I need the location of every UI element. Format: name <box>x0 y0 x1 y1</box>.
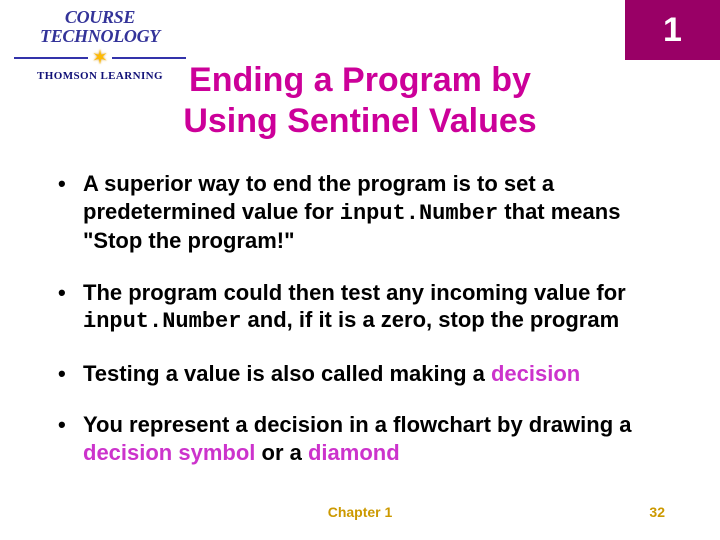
logo-divider-right <box>112 57 186 59</box>
slide-title: Ending a Program by Using Sentinel Value… <box>0 60 720 142</box>
bullet-3-highlight: decision <box>491 361 580 386</box>
bullet-1-code: input.Number <box>340 201 498 226</box>
slide: COURSE TECHNOLOGY ✶ THOMSON LEARNING 1 E… <box>0 0 720 540</box>
bullet-4: You represent a decision in a flowchart … <box>55 411 675 466</box>
bullet-2-code: input.Number <box>83 309 241 334</box>
footer-page-number: 32 <box>649 504 665 520</box>
footer-chapter: Chapter 1 <box>0 504 720 520</box>
bullet-3-text-a: Testing a value is also called making a <box>83 361 491 386</box>
bullet-4-highlight-2: diamond <box>308 440 400 465</box>
bullet-2: The program could then test any incoming… <box>55 279 675 336</box>
bullet-4-highlight-1: decision symbol <box>83 440 255 465</box>
chapter-badge: 1 <box>625 0 720 60</box>
chapter-badge-number: 1 <box>663 11 682 50</box>
logo-line-1: COURSE <box>65 7 135 27</box>
title-line-2: Using Sentinel Values <box>183 102 536 140</box>
bullet-2-text-a: The program could then test any incoming… <box>83 280 626 305</box>
course-technology-logo: COURSE TECHNOLOGY <box>10 8 190 46</box>
logo-divider-left <box>14 57 88 59</box>
bullet-4-text-b: or a <box>255 440 308 465</box>
bullet-4-text-a: You represent a decision in a flowchart … <box>83 412 632 437</box>
slide-body: A superior way to end the program is to … <box>55 170 675 490</box>
logo-line-2: TECHNOLOGY <box>40 26 160 46</box>
bullet-list: A superior way to end the program is to … <box>55 170 675 466</box>
bullet-1: A superior way to end the program is to … <box>55 170 675 255</box>
bullet-2-text-b: and, if it is a zero, stop the program <box>241 307 619 332</box>
bullet-3: Testing a value is also called making a … <box>55 360 675 388</box>
title-line-1: Ending a Program by <box>189 61 531 99</box>
